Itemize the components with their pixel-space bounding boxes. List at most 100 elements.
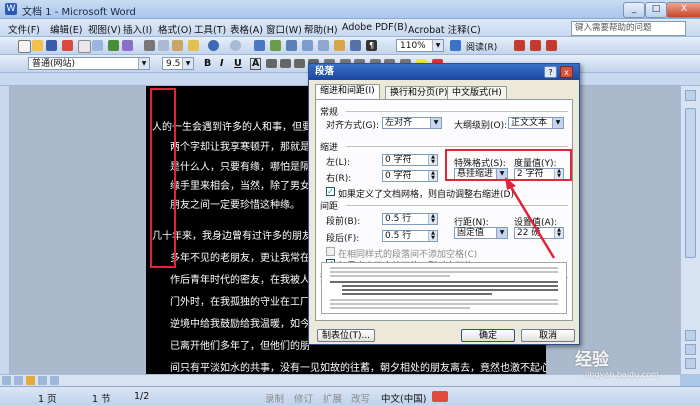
font-size-select[interactable]: 9.5 ▼: [162, 57, 194, 70]
menu-help[interactable]: 帮助(H): [304, 22, 338, 36]
tabs-button[interactable]: 制表位(T)...: [317, 329, 375, 342]
auto-right-indent-label: 如果定义了文档网格，则自动调整右缩进(D): [338, 190, 514, 200]
show-hide-icon[interactable]: ¶: [366, 40, 377, 51]
align-right-icon[interactable]: [294, 59, 305, 68]
pdf-review-icon[interactable]: [546, 40, 557, 51]
menu-window[interactable]: 窗口(W): [266, 22, 302, 36]
indent-left-input[interactable]: 0 字符 ▲ ▼: [382, 154, 438, 166]
auto-right-indent-checkbox[interactable]: ✓: [326, 187, 335, 196]
cancel-button[interactable]: 取消: [521, 329, 575, 342]
previous-page-icon[interactable]: [685, 344, 696, 355]
zoom-select[interactable]: 110% ▼: [396, 39, 444, 52]
menu-acrobat-comments[interactable]: Acrobat 注释(C): [408, 22, 481, 36]
undo-icon[interactable]: [208, 40, 219, 51]
menu-tools[interactable]: 工具(T): [194, 22, 226, 36]
menu-format[interactable]: 格式(O): [158, 22, 192, 36]
space-before-input[interactable]: 0.5 行 ▲ ▼: [382, 213, 438, 225]
horizontal-scrollbar[interactable]: [0, 374, 680, 386]
outline-level-select[interactable]: 正文文本 ▼: [508, 117, 564, 129]
redo-icon[interactable]: [230, 40, 241, 51]
status-extend[interactable]: 扩展: [323, 391, 342, 405]
open-folder-icon[interactable]: [32, 40, 43, 51]
print-layout-icon[interactable]: [26, 376, 35, 385]
format-painter-icon[interactable]: [188, 40, 199, 51]
paste-icon[interactable]: [172, 40, 183, 51]
spinner-icon[interactable]: ▲ ▼: [554, 228, 563, 238]
spinner-icon[interactable]: ▲ ▼: [428, 155, 437, 165]
next-page-icon[interactable]: [685, 358, 696, 369]
vertical-ruler[interactable]: [0, 86, 10, 374]
spinner-icon[interactable]: ▲ ▼: [428, 231, 437, 241]
cut-icon[interactable]: [144, 40, 155, 51]
help-icon[interactable]: [450, 40, 461, 51]
copy-icon[interactable]: [158, 40, 169, 51]
insert-table-icon[interactable]: [286, 40, 297, 51]
outline-view-icon[interactable]: [38, 376, 47, 385]
space-after-input[interactable]: 0.5 行 ▲ ▼: [382, 230, 438, 242]
text-line: 已离开他们多年了，但他们的朋: [170, 341, 310, 352]
tab-asian-typography[interactable]: 中文版式(H): [447, 86, 507, 100]
chevron-down-icon: ▼: [552, 118, 563, 128]
pdf-email-icon[interactable]: [530, 40, 541, 51]
new-document-icon[interactable]: [18, 40, 31, 53]
close-button[interactable]: X: [666, 2, 700, 18]
menu-edit[interactable]: 编辑(E): [50, 22, 82, 36]
minimize-button[interactable]: _: [623, 2, 645, 18]
style-select[interactable]: 普通(网站) ▼: [28, 57, 150, 70]
menu-insert[interactable]: 插入(I): [123, 22, 152, 36]
pdf-convert-icon[interactable]: [514, 40, 525, 51]
line-spacing-value: 固定值: [457, 228, 485, 238]
menu-file[interactable]: 文件(F): [8, 22, 40, 36]
menu-table[interactable]: 表格(A): [230, 22, 263, 36]
tab-indents-spacing[interactable]: 缩进和间距(I): [315, 84, 380, 100]
spelling-icon[interactable]: [108, 40, 119, 51]
status-track-changes[interactable]: 修订: [294, 391, 313, 405]
tab-line-page-breaks[interactable]: 换行和分页(P): [385, 86, 453, 100]
spinner-icon[interactable]: ▲ ▼: [428, 214, 437, 224]
ok-button[interactable]: 确定: [461, 329, 515, 342]
insert-excel-icon[interactable]: [302, 40, 313, 51]
print-preview-icon[interactable]: [92, 40, 103, 51]
read-mode-button[interactable]: 阅读(R): [466, 40, 497, 53]
underline-button[interactable]: U: [234, 58, 242, 69]
window-title-bar: W 文档 1 - Microsoft Word _ □ X: [0, 0, 700, 19]
italic-button[interactable]: I: [220, 58, 224, 69]
hyperlink-icon[interactable]: [254, 40, 265, 51]
spinner-icon[interactable]: ▲ ▼: [428, 171, 437, 181]
permission-icon[interactable]: [62, 40, 73, 51]
menu-bar: 文件(F) 编辑(E) 视图(V) 插入(I) 格式(O) 工具(T) 表格(A…: [0, 19, 700, 37]
reading-view-icon[interactable]: [50, 376, 59, 385]
print-icon[interactable]: [78, 40, 91, 53]
document-map-icon[interactable]: [350, 40, 361, 51]
spacing-at-input[interactable]: 22 磅 ▲ ▼: [514, 227, 564, 239]
web-layout-icon[interactable]: [14, 376, 23, 385]
normal-view-icon[interactable]: [2, 376, 11, 385]
indent-right-input[interactable]: 0 字符 ▲ ▼: [382, 170, 438, 182]
research-icon[interactable]: [122, 40, 133, 51]
status-overtype[interactable]: 改写: [351, 391, 370, 405]
dialog-close-button[interactable]: x: [560, 66, 573, 78]
save-icon[interactable]: [46, 40, 57, 51]
vertical-scrollbar[interactable]: [680, 86, 700, 374]
dialog-help-button[interactable]: ?: [544, 66, 557, 78]
no-space-same-style-checkbox[interactable]: [326, 247, 335, 256]
line-spacing-select[interactable]: 固定值 ▼: [454, 227, 508, 239]
maximize-button[interactable]: □: [645, 2, 667, 18]
help-search-input[interactable]: 键入需要帮助的问题: [571, 21, 686, 36]
space-after-label: 段后(F):: [326, 234, 360, 244]
align-center-icon[interactable]: [280, 59, 291, 68]
menu-adobe-pdf[interactable]: Adobe PDF(B): [342, 22, 408, 33]
menu-view[interactable]: 视图(V): [88, 22, 121, 36]
alignment-select[interactable]: 左对齐 ▼: [382, 117, 442, 129]
drawing-icon[interactable]: [334, 40, 345, 51]
tables-borders-icon[interactable]: [270, 40, 281, 51]
scroll-thumb[interactable]: [685, 108, 696, 258]
align-left-icon[interactable]: [266, 59, 277, 68]
character-border-button[interactable]: A: [250, 58, 262, 70]
scroll-up-icon[interactable]: [685, 90, 696, 101]
status-record[interactable]: 录制: [265, 391, 284, 405]
bold-button[interactable]: B: [204, 58, 211, 69]
columns-icon[interactable]: [318, 40, 329, 51]
spelling-status-icon[interactable]: [432, 391, 448, 402]
scroll-down-icon[interactable]: [685, 330, 696, 341]
